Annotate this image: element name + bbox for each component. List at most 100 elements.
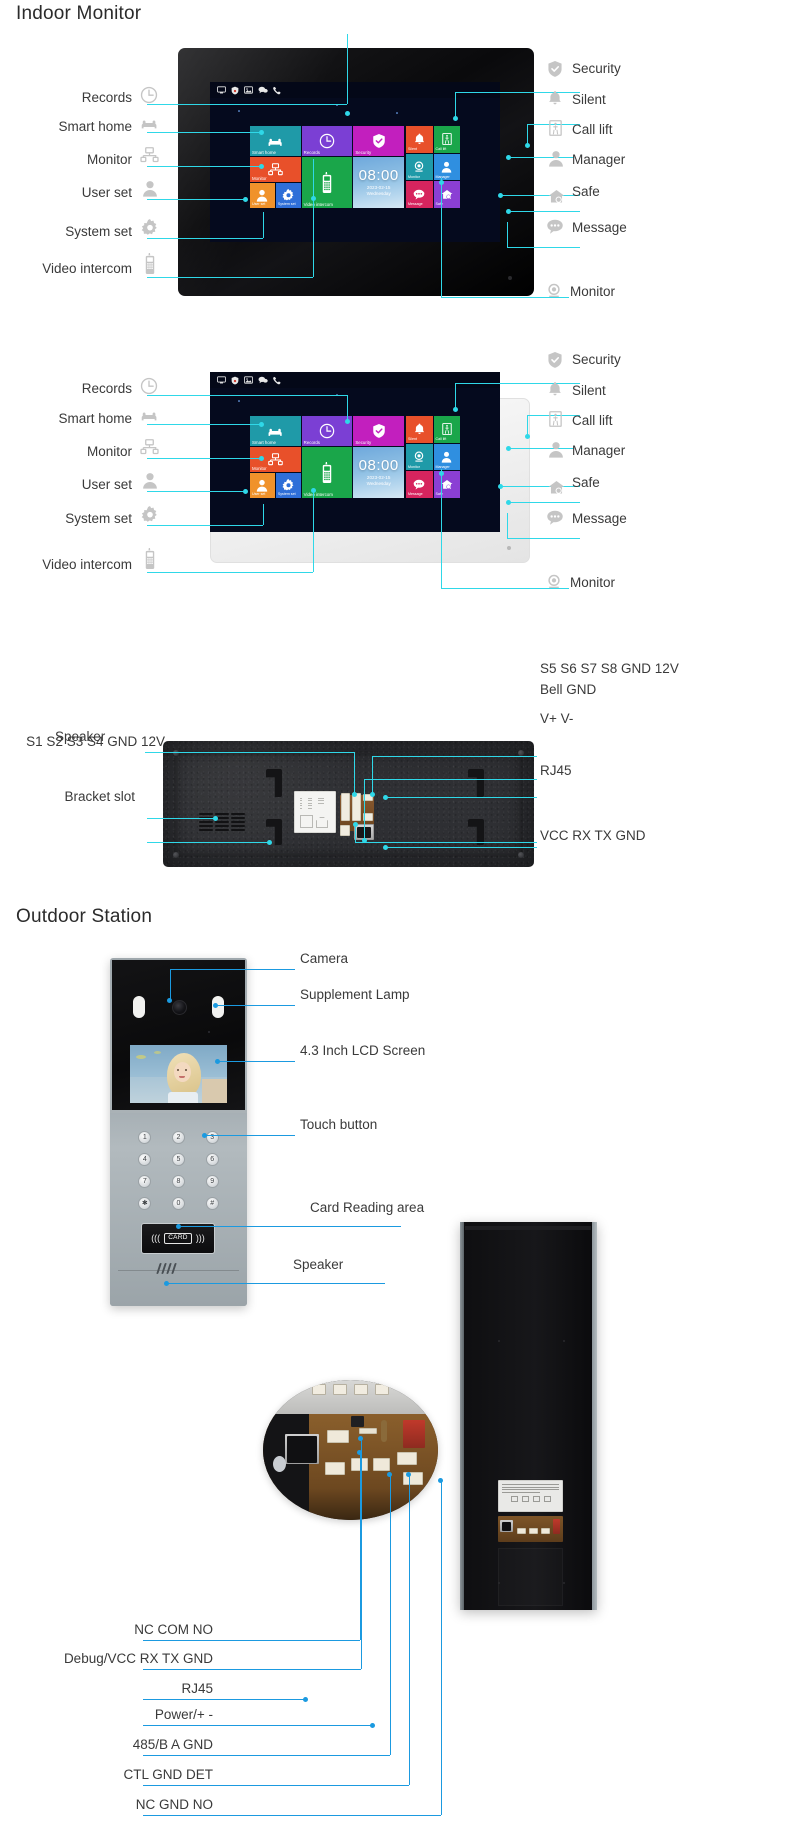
leader-system-set-2-v [263,504,264,525]
key-star[interactable]: ✱ [138,1196,152,1210]
tile-silent[interactable]: Silent [406,416,433,443]
tile-records[interactable]: Records [301,126,353,156]
tile-user-set[interactable]: User set [250,183,275,208]
tile-message[interactable]: Message [406,181,433,208]
leader-ctl-v [409,1474,410,1785]
tile-safe[interactable]: Safe [433,471,460,498]
leader-touch-button [205,1135,295,1136]
leader-ctl [143,1785,409,1786]
key-8[interactable]: 8 [171,1174,185,1188]
pcb-debug-connector[interactable] [327,1430,349,1443]
tile-user-set[interactable]: User set [250,473,275,498]
elevator-icon [549,411,562,427]
indicator-led [508,276,512,280]
back-connector[interactable] [529,1528,538,1534]
person-icon [548,441,564,458]
anchor-dot-call-lift-2 [506,446,511,451]
leader-supplement-lamp [216,1005,295,1006]
clock-time: 08:00 [358,167,399,185]
tile-system-set[interactable]: System set [275,473,301,498]
leader-s1-s4 [145,752,354,753]
tile-security[interactable]: Security [353,416,404,446]
pcb-ctl-connector[interactable] [373,1458,390,1471]
gear-icon [282,189,295,202]
person-icon [441,161,452,173]
connector-vcc-rx-tx-gnd[interactable] [340,825,350,836]
tile-label: Video intercom [303,491,333,497]
tile-call-lift[interactable]: Call lift [433,416,460,443]
tile-label: Monitor [408,464,420,469]
label-debug-vcc: Debug/VCC RX TX GND [63,1651,213,1666]
camera-icon [413,161,425,173]
top-connector [354,1384,368,1395]
key-5[interactable]: 5 [171,1152,185,1166]
tile-video-intercom[interactable]: Video intercom [301,447,353,498]
tile-call-lift[interactable]: Call lift [433,126,460,153]
anchor-dot-monitor-right-2 [439,471,444,476]
label-lcd-screen: 4.3 Inch LCD Screen [300,1043,426,1058]
tile-smart-home[interactable]: Smart home [250,126,301,156]
tile-video-intercom[interactable]: Video intercom [301,157,353,208]
key-1[interactable]: 1 [138,1130,152,1144]
tile-message[interactable]: Message [406,471,433,498]
key-hash[interactable]: # [205,1196,219,1210]
speaker-grille [199,813,245,831]
tile-monitor[interactable]: Monitor [250,447,301,472]
chat-icon [413,189,425,200]
screen-star [238,400,240,402]
leader-monitor-right-v [441,178,442,297]
anchor-dot-silent-2 [525,434,530,439]
tile-smart-home[interactable]: Smart home [250,416,301,446]
leader-s1-s4-v [354,752,355,794]
tile-safe[interactable]: Safe [433,181,460,208]
back-connector[interactable] [541,1528,550,1534]
tile-manager[interactable]: Manager [433,153,460,181]
tile-manager[interactable]: Manager [433,443,460,471]
gear-icon [141,506,159,524]
leader-power [143,1725,372,1726]
tile-security[interactable]: Security [353,126,404,156]
lcd-highlight [136,1055,146,1059]
pcb-pin-header [359,1428,377,1434]
label-rj45-pcb: RJ45 [181,1681,213,1696]
bell-icon [414,423,425,435]
faceplate-seam [118,1270,239,1271]
leader-smart-home-2 [147,424,261,425]
key-3[interactable]: 3 [205,1130,219,1144]
pcb-nc-com-no-connector[interactable] [397,1452,417,1465]
pcb-power-connector[interactable] [325,1462,345,1475]
key-7[interactable]: 7 [138,1174,152,1188]
anchor-dot-s1-s4 [352,792,357,797]
back-rj45[interactable] [500,1520,513,1532]
pcb-rj45-port[interactable] [285,1434,319,1464]
tile-monitor[interactable]: Monitor [250,157,301,182]
sofa-icon [267,135,284,148]
back-relay [553,1519,560,1534]
connector-s1-s4[interactable] [341,793,350,821]
anchor-dot-user-set-2 [243,489,248,494]
label-power: Power/+ - [154,1707,213,1722]
tile-monitor-cam[interactable]: Monitor [406,153,433,181]
key-2[interactable]: 2 [171,1130,185,1144]
tile-label: Message [408,492,423,497]
anchor-dot-silent [525,143,530,148]
key-9[interactable]: 9 [205,1174,219,1188]
clock-date: 2023-02-15 [366,185,391,191]
key-6[interactable]: 6 [205,1152,219,1166]
connector-s5-s8[interactable] [352,793,361,821]
leader-monitor-2 [147,458,261,459]
key-4[interactable]: 4 [138,1152,152,1166]
back-connector[interactable] [517,1528,526,1534]
tile-system-set[interactable]: System set [275,183,301,208]
side-metal-edge [592,1222,597,1610]
anchor-dot-vcc-rx-tx [353,822,358,827]
label-speaker-outdoor: Speaker [293,1257,344,1272]
label-smart-home-2: Smart home [58,411,132,426]
tile-silent[interactable]: Silent [406,126,433,153]
anchor-dot-smart-home-2 [259,422,264,427]
leader-card-reading-area [179,1226,401,1227]
leader-safe-2 [508,502,580,503]
tile-monitor-cam[interactable]: Monitor [406,443,433,471]
leader-records-v [347,34,348,104]
key-0[interactable]: 0 [171,1196,185,1210]
